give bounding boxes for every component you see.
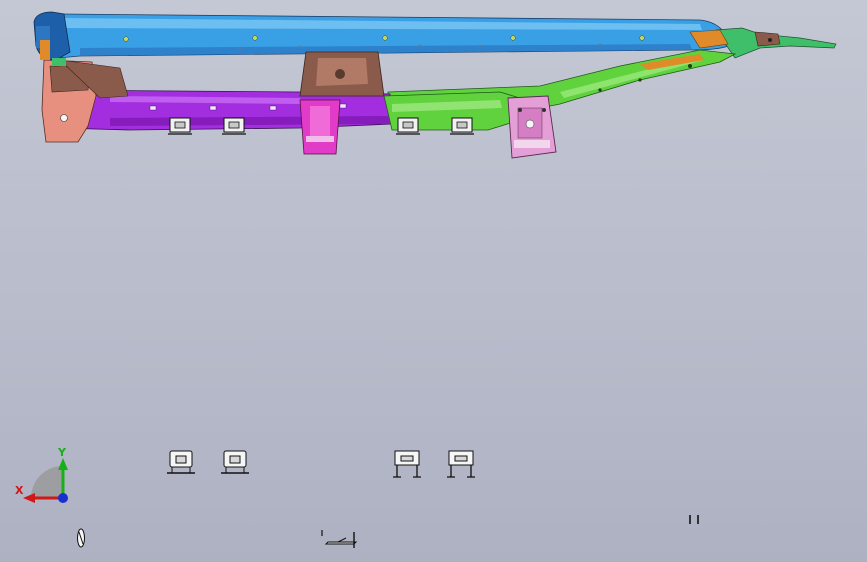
clip-part-icon[interactable] [450, 117, 474, 135]
graphics-viewport[interactable]: Y X [0, 0, 867, 562]
front-bracket[interactable] [507, 95, 557, 159]
clip-part-icon[interactable] [167, 450, 195, 474]
bracket-plate-part-icon[interactable] [321, 530, 358, 548]
clip-part-icon[interactable] [168, 117, 192, 135]
bracket-part-icon[interactable] [393, 450, 421, 478]
axis-x-label: X [15, 484, 24, 497]
coordinate-triad-icon[interactable]: Y X [15, 446, 68, 503]
exploded-parts[interactable] [77, 450, 699, 548]
cad-scene[interactable]: Y X [0, 0, 867, 562]
axis-y-label: Y [57, 446, 67, 459]
bracket-part-icon[interactable] [447, 450, 475, 478]
pin-pair-part-icon[interactable] [689, 515, 699, 524]
clip-part-icon[interactable] [222, 117, 246, 135]
bolt-part-icon[interactable] [77, 528, 85, 548]
upper-rail[interactable] [33, 11, 729, 61]
clip-part-icon[interactable] [396, 117, 420, 135]
clip-part-icon[interactable] [221, 450, 249, 474]
